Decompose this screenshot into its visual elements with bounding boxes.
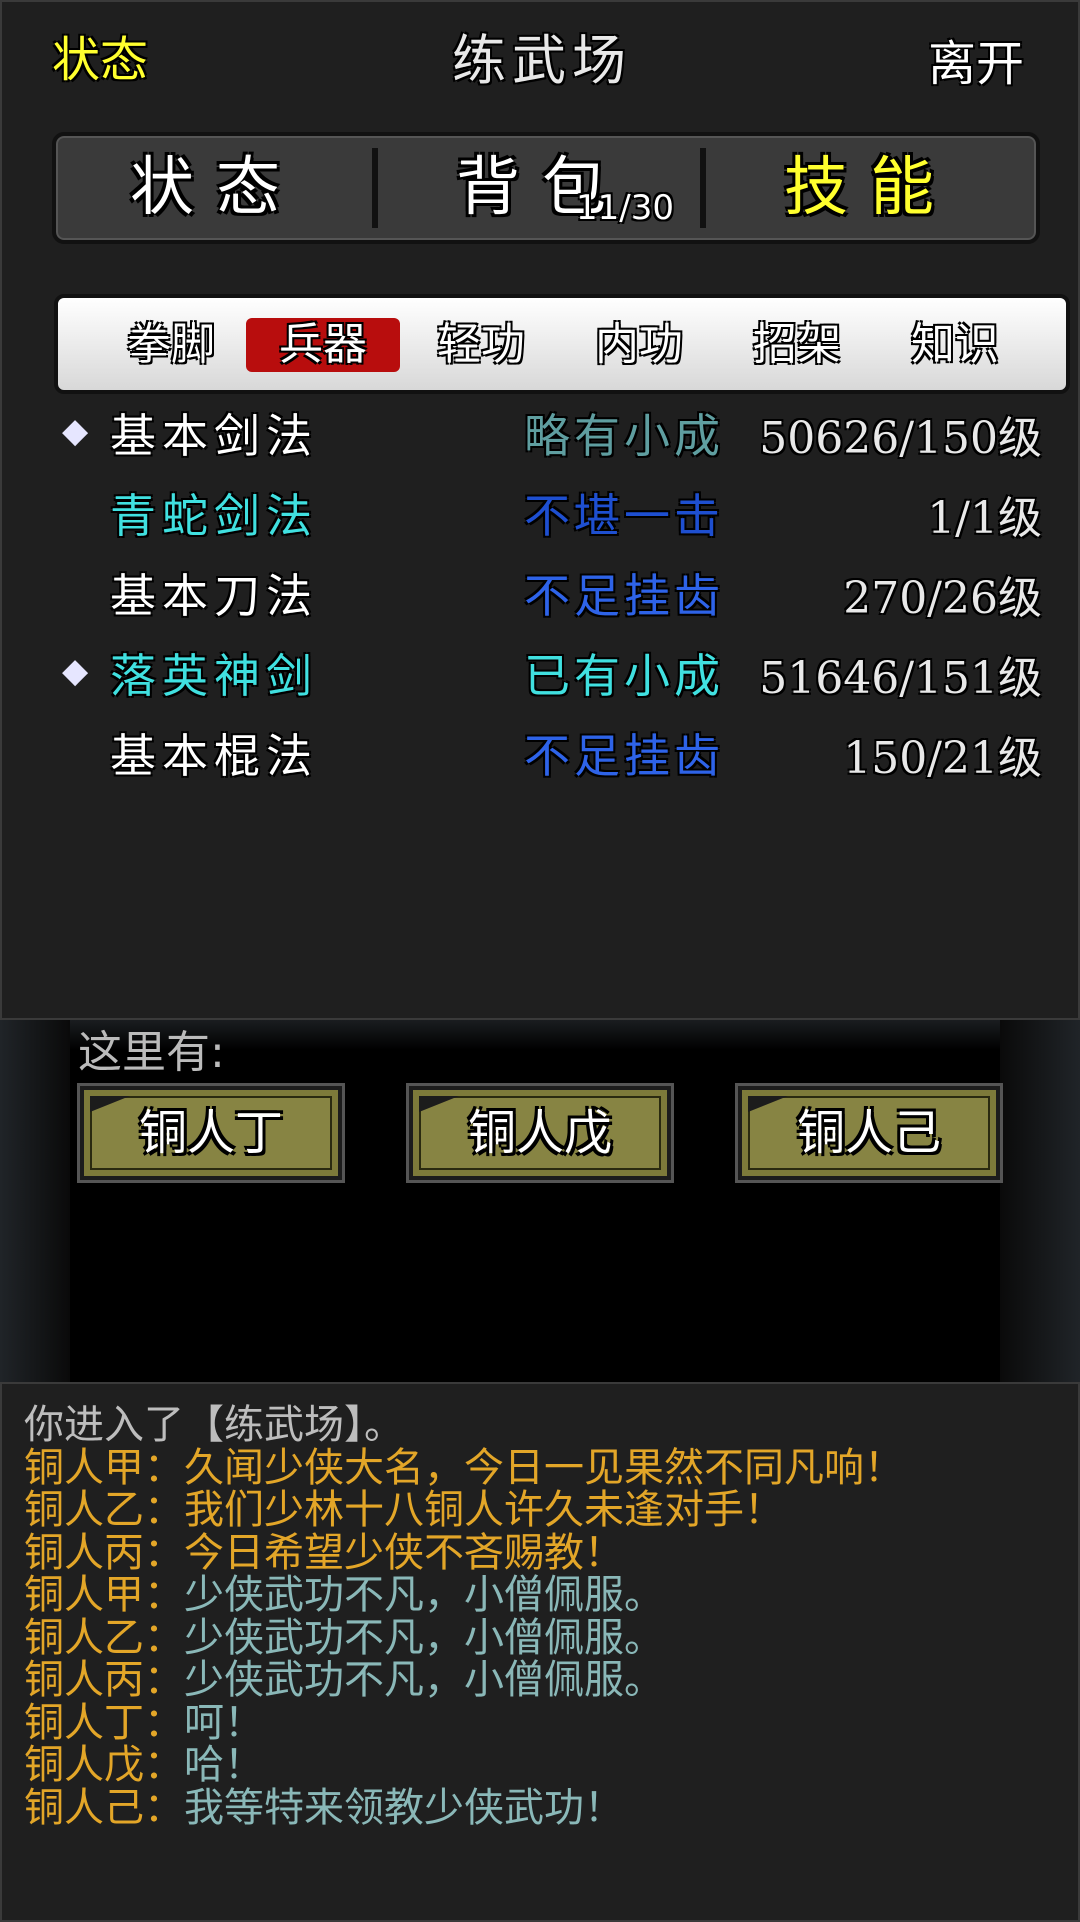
message-log[interactable]: 你进入了【练武场】。 铜人甲：久闻少侠大名，今日一见果然不同凡响！ 铜人乙：我们少林… (0, 1382, 1080, 1922)
main-tab-bar: 状态 背包 11/30 技能 (52, 132, 1040, 244)
log-text: 我等特来领教少侠武功！ (184, 1784, 624, 1831)
tab-weapon[interactable]: 兵器 (246, 318, 400, 372)
smoke-decoration (0, 1020, 70, 1382)
skill-name: 基本剑法 (110, 409, 318, 463)
corner-decoration (419, 1096, 459, 1112)
npc-button[interactable]: 铜人己 (735, 1083, 1003, 1183)
skill-grade: 已有小成 (524, 649, 724, 703)
corner-decoration (90, 1096, 130, 1112)
skill-name: 基本棍法 (110, 729, 318, 783)
tab-divider (700, 148, 706, 228)
npc-button[interactable]: 铜人丁 (77, 1083, 345, 1183)
skill-row[interactable]: 基本棍法 不足挂齿 150/21级 (2, 720, 1080, 790)
tab-lightness[interactable]: 轻功 (404, 318, 558, 372)
log-speaker: 铜人己： (24, 1784, 184, 1831)
skill-row[interactable]: ◆ 落英神剑 已有小成 51646/151级 (2, 640, 1080, 710)
tab-fist[interactable]: 拳脚 (94, 318, 248, 372)
inventory-count: 11/30 (576, 188, 674, 228)
equipped-diamond-icon: ◆ (62, 651, 89, 691)
skill-level: 51646/151级 (759, 653, 1042, 704)
skill-grade: 略有小成 (524, 409, 724, 463)
tab-skills[interactable]: 技能 (710, 136, 1030, 240)
skill-panel: 状态 练武场 离开 状态 背包 11/30 技能 拳脚 兵器 轻功 内功 招架 … (0, 0, 1080, 1020)
equipped-diamond-icon (62, 736, 92, 766)
skill-category-bar: 拳脚 兵器 轻功 内功 招架 知识 (54, 294, 1070, 394)
tab-knowledge[interactable]: 知识 (878, 318, 1032, 372)
skill-name: 落英神剑 (110, 649, 318, 703)
skill-level: 50626/150级 (759, 413, 1042, 464)
skill-level: 270/26级 (843, 573, 1042, 624)
skill-name: 青蛇剑法 (110, 489, 318, 543)
equipped-diamond-icon (62, 576, 92, 606)
tab-divider (372, 148, 378, 228)
skill-row[interactable]: ◆ 基本剑法 略有小成 50626/150级 (2, 400, 1080, 470)
tab-status[interactable]: 状态 (56, 136, 376, 240)
tab-parry[interactable]: 招架 (720, 318, 874, 372)
log-line: 铜人己：我等特来领教少侠武功！ (24, 1775, 624, 1833)
npc-button[interactable]: 铜人戊 (406, 1083, 674, 1183)
skill-level: 150/21级 (843, 733, 1042, 784)
equipped-diamond-icon: ◆ (62, 411, 89, 451)
skill-grade: 不足挂齿 (524, 729, 724, 783)
skill-row[interactable]: 青蛇剑法 不堪一击 1/1级 (2, 480, 1080, 550)
corner-decoration (748, 1096, 788, 1112)
tab-internal[interactable]: 内功 (562, 318, 716, 372)
skill-row[interactable]: 基本刀法 不足挂齿 270/26级 (2, 560, 1080, 630)
here-label: 这里有: (78, 1027, 225, 1078)
smoke-decoration (1000, 1020, 1080, 1382)
leave-button[interactable]: 离开 (928, 24, 1024, 94)
skill-level: 1/1级 (927, 493, 1042, 544)
location-title: 练武场 (452, 29, 632, 92)
skill-grade: 不堪一击 (524, 489, 724, 543)
equipped-diamond-icon (62, 496, 92, 526)
skill-grade: 不足挂齿 (524, 569, 724, 623)
skill-name: 基本刀法 (110, 569, 318, 623)
